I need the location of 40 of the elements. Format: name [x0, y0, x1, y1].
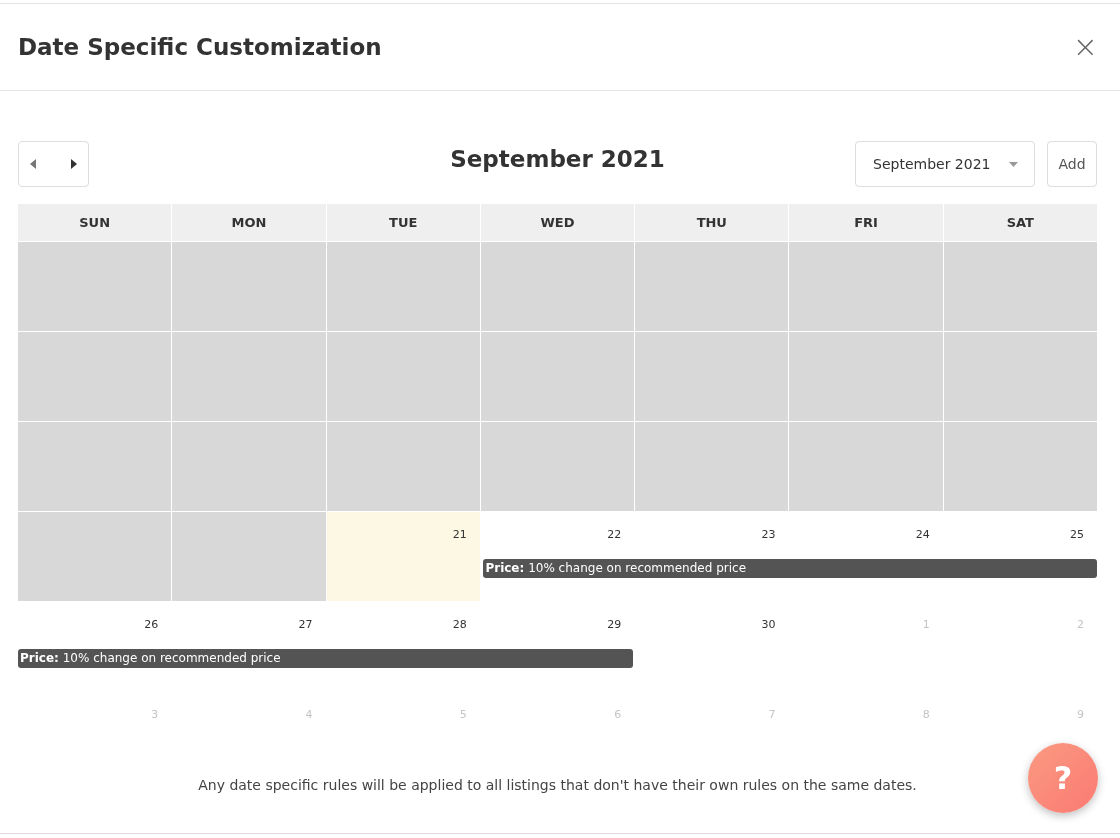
caret-down-icon — [1009, 161, 1018, 167]
date-number: 29 — [607, 618, 622, 631]
caret-left-icon — [30, 159, 36, 169]
add-button[interactable]: Add — [1047, 141, 1097, 187]
date-number: 25 — [1070, 528, 1084, 541]
date-number: 22 — [607, 528, 622, 541]
previous-month-button[interactable] — [28, 157, 38, 171]
weekday-header: MON — [172, 204, 326, 241]
event-bar[interactable]: Price: 10% change on recommended price — [483, 559, 1097, 578]
date-number: 26 — [144, 618, 159, 631]
weekday-header: TUE — [326, 204, 480, 241]
weekday-header: SUN — [18, 204, 172, 241]
date-number: 4 — [305, 708, 313, 721]
weekday-header: THU — [635, 204, 789, 241]
weekday-header: SAT — [943, 204, 1097, 241]
date-number: 9 — [1077, 708, 1084, 721]
weekday-header: WED — [480, 204, 635, 241]
date-number: 24 — [915, 528, 930, 541]
date-number: 1 — [922, 618, 930, 631]
caret-right-icon — [71, 159, 77, 169]
date-number: 8 — [922, 708, 930, 721]
next-month-button[interactable] — [69, 157, 79, 171]
weekday-header: FRI — [789, 204, 943, 241]
date-number: 23 — [761, 528, 776, 541]
date-number: 7 — [768, 708, 776, 721]
date-number: 3 — [151, 708, 159, 721]
event-bar[interactable]: Price: 10% change on recommended price — [18, 649, 633, 668]
date-number: 27 — [298, 618, 313, 631]
date-number: 2 — [1077, 618, 1084, 631]
dialog-title: Date Specific Customization — [18, 34, 382, 60]
date-number: 28 — [452, 618, 467, 631]
month-title: September 2021 — [450, 146, 665, 172]
footer-note: Any date specific rules will be applied to all listings that don't have their own rules on the same dates. — [198, 777, 917, 793]
date-number: 5 — [459, 708, 467, 721]
date-number: 21 — [452, 528, 467, 541]
date-number: 6 — [614, 708, 622, 721]
day-cell[interactable]: 21 — [326, 512, 480, 601]
date-number: 30 — [761, 618, 776, 631]
close-button[interactable]: × — [1068, 32, 1102, 62]
month-select[interactable]: September 2021 — [855, 141, 1035, 187]
